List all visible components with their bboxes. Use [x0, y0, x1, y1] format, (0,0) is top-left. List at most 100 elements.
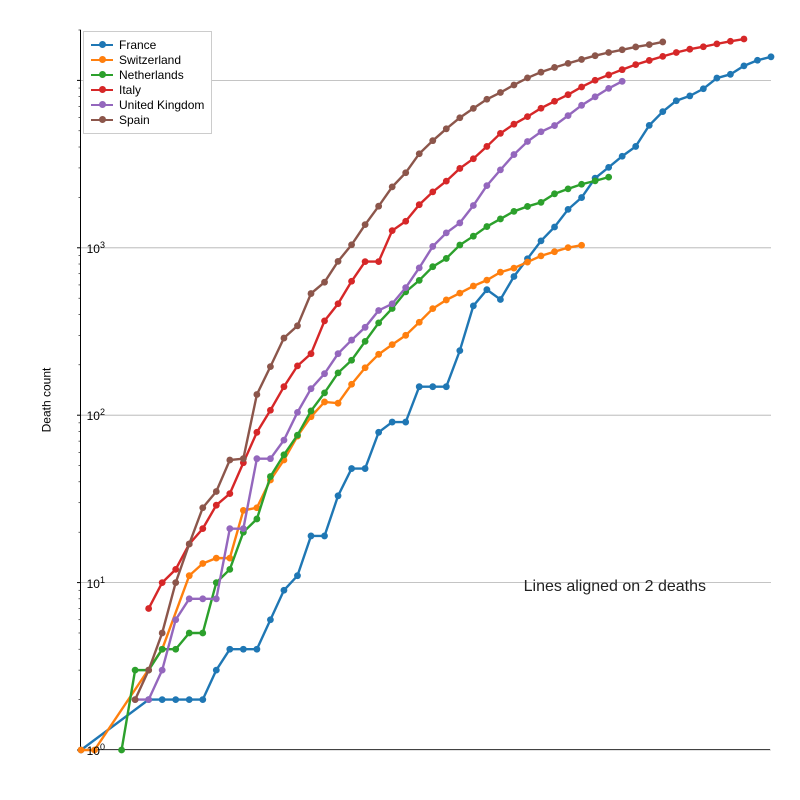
series-point	[389, 419, 396, 426]
y-axis-label: Death count	[39, 368, 53, 433]
series-point	[321, 370, 328, 377]
series-point	[294, 322, 301, 329]
legend-item-united-kingdom: United Kingdom	[91, 98, 204, 112]
series-point	[294, 432, 301, 439]
series-point	[281, 383, 288, 390]
series-point	[416, 319, 423, 326]
series-line-france	[81, 57, 771, 750]
series-point	[456, 114, 463, 121]
series-point	[348, 278, 355, 285]
series-point	[632, 61, 639, 68]
series-point	[375, 351, 382, 358]
chart-svg	[81, 30, 770, 749]
series-point	[470, 155, 477, 162]
series-point	[470, 105, 477, 112]
series-point	[429, 188, 436, 195]
series-point	[551, 224, 558, 231]
series-point	[456, 290, 463, 297]
series-point	[213, 502, 220, 509]
series-point	[592, 77, 599, 84]
series-point	[538, 252, 545, 259]
legend-label: France	[119, 38, 156, 52]
legend-label: Switzerland	[119, 53, 181, 67]
series-point	[199, 696, 206, 703]
series-point	[402, 169, 409, 176]
series-point	[565, 206, 572, 213]
series-point	[538, 69, 545, 76]
series-point	[429, 383, 436, 390]
series-point	[578, 194, 585, 201]
series-point	[524, 113, 531, 120]
series-point	[226, 490, 233, 497]
legend-label: Netherlands	[119, 68, 184, 82]
series-point	[389, 183, 396, 190]
series-point	[199, 504, 206, 511]
legend-marker	[91, 119, 113, 121]
series-point	[199, 560, 206, 567]
series-point	[619, 66, 626, 73]
series-point	[524, 75, 531, 82]
legend-item-netherlands: Netherlands	[91, 68, 204, 82]
series-point	[362, 324, 369, 331]
series-point	[483, 143, 490, 150]
series-point	[443, 383, 450, 390]
series-point	[172, 566, 179, 573]
series-point	[321, 279, 328, 286]
series-point	[335, 258, 342, 265]
series-point	[416, 277, 423, 284]
legend-marker	[91, 104, 113, 106]
series-point	[659, 39, 666, 46]
series-point	[226, 566, 233, 573]
series-point	[172, 646, 179, 653]
series-point	[375, 319, 382, 326]
series-point	[362, 221, 369, 228]
series-point	[213, 488, 220, 495]
series-point	[565, 60, 572, 67]
series-point	[375, 258, 382, 265]
series-point	[132, 667, 139, 674]
series-point	[497, 269, 504, 276]
legend-label: United Kingdom	[119, 98, 204, 112]
series-point	[483, 223, 490, 230]
series-point	[538, 105, 545, 112]
series-point	[389, 341, 396, 348]
series-point	[416, 264, 423, 271]
series-point	[632, 143, 639, 150]
series-point	[524, 138, 531, 145]
series-point	[511, 121, 518, 128]
series-point	[565, 186, 572, 193]
series-point	[308, 408, 315, 415]
series-point	[335, 369, 342, 376]
series-point	[375, 203, 382, 210]
series-point	[132, 696, 139, 703]
series-point	[578, 56, 585, 63]
series-point	[483, 182, 490, 189]
series-point	[470, 302, 477, 309]
series-point	[619, 46, 626, 53]
series-point	[605, 164, 612, 171]
series-point	[362, 338, 369, 345]
series-point	[483, 96, 490, 103]
series-point	[592, 52, 599, 59]
series-point	[199, 595, 206, 602]
series-point	[470, 202, 477, 209]
series-point	[429, 137, 436, 144]
series-point	[592, 93, 599, 100]
series-point	[443, 255, 450, 262]
series-point	[281, 587, 288, 594]
series-point	[524, 203, 531, 210]
series-point	[118, 747, 125, 754]
series-point	[443, 178, 450, 185]
series-point	[538, 128, 545, 135]
series-point	[686, 46, 693, 53]
series-point	[511, 208, 518, 215]
series-point	[159, 579, 166, 586]
series-point	[632, 44, 639, 51]
series-point	[673, 49, 680, 56]
series-point	[335, 400, 342, 407]
series-point	[565, 244, 572, 251]
series-point	[362, 258, 369, 265]
series-point	[362, 465, 369, 472]
series-point	[226, 457, 233, 464]
legend-item-switzerland: Switzerland	[91, 53, 204, 67]
